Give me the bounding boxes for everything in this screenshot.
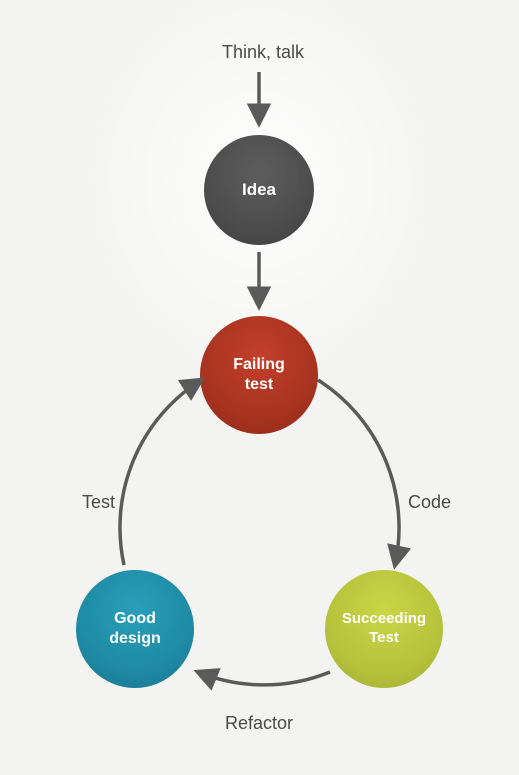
edge-label-test: Test	[82, 492, 115, 513]
node-succeeding-test-label: Succeeding Test	[342, 610, 426, 648]
node-succeeding-test: Succeeding Test	[325, 570, 443, 688]
arrow-failing-to-succeeding	[318, 380, 399, 565]
node-idea: Idea	[204, 135, 314, 245]
node-idea-label: Idea	[242, 179, 276, 200]
edge-label-code: Code	[408, 492, 451, 513]
top-label-think-talk: Think, talk	[218, 42, 308, 63]
node-good-design-label: Good design	[109, 609, 161, 649]
edge-label-refactor: Refactor	[225, 713, 293, 734]
node-good-design: Good design	[76, 570, 194, 688]
node-failing-test: Failing test	[200, 316, 318, 434]
node-failing-test-label: Failing test	[233, 355, 285, 395]
arrow-succeeding-to-good	[198, 672, 330, 685]
arrow-good-to-failing	[120, 380, 201, 565]
